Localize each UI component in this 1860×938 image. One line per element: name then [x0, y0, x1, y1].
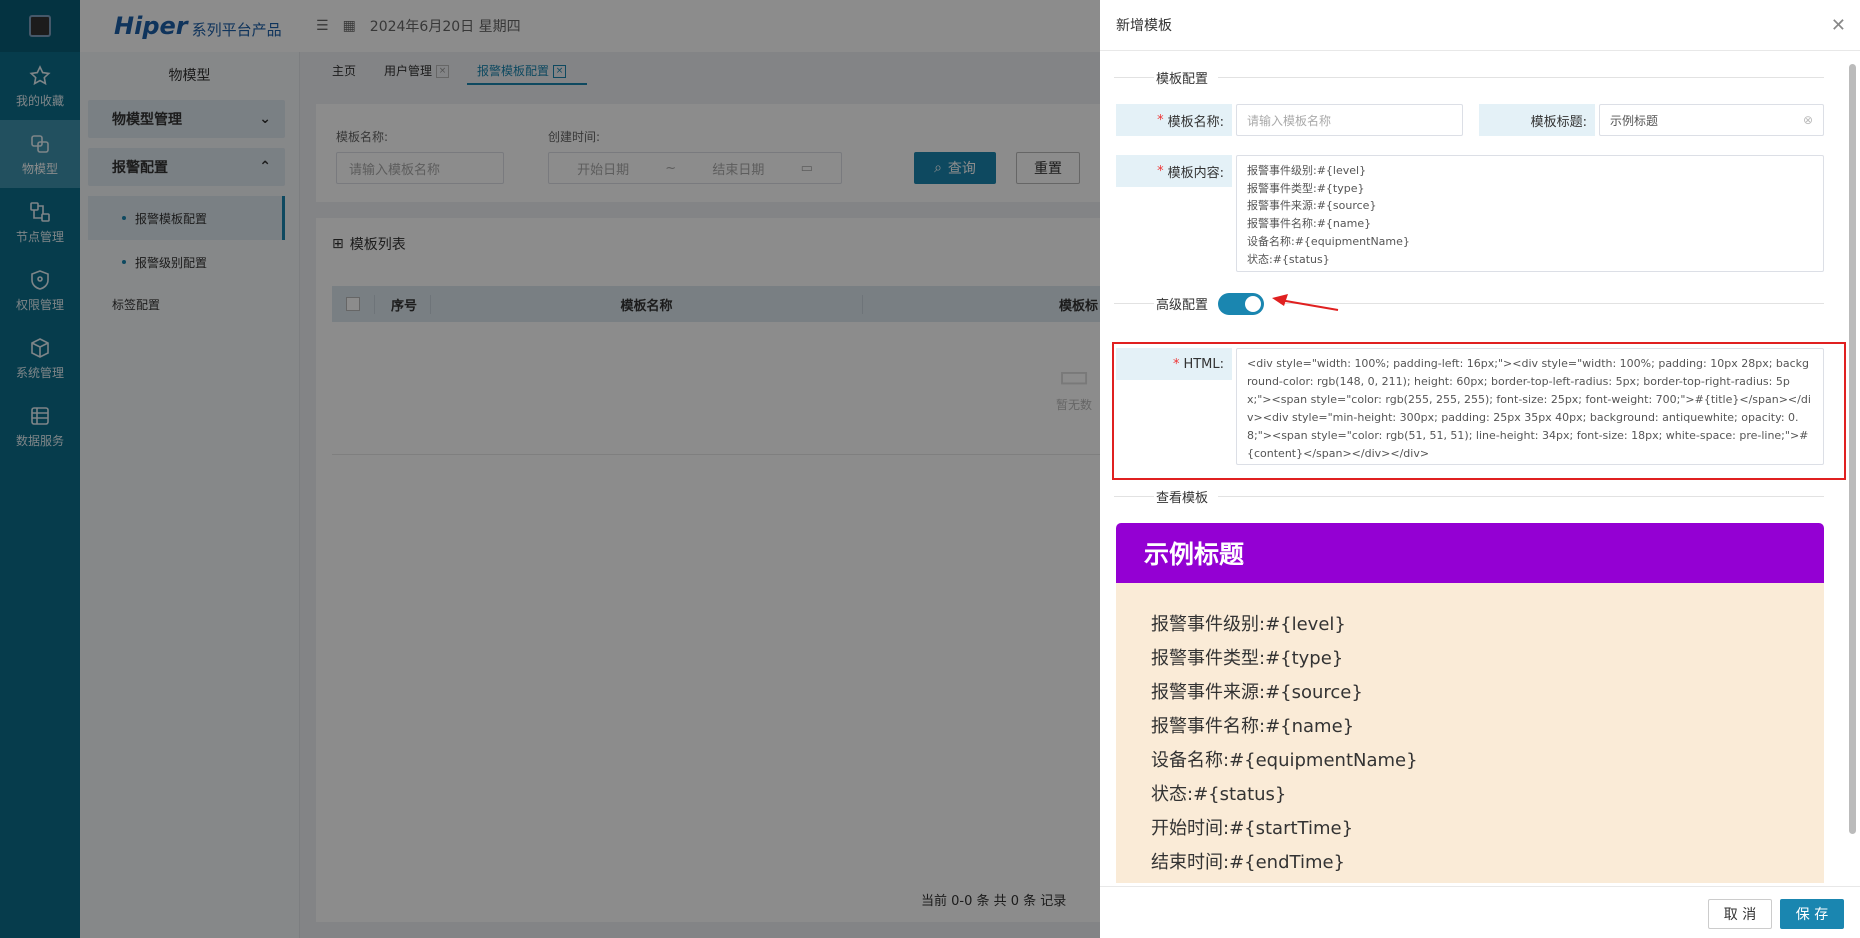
label-text: HTML:	[1183, 356, 1224, 372]
required-mark: *	[1172, 356, 1180, 372]
section-title: 模板配置	[1156, 71, 1209, 87]
content-line: 设备名称:#{equipmentName}	[1247, 234, 1410, 248]
label-text: 模板名称:	[1167, 114, 1224, 130]
modal-overlay[interactable]	[0, 0, 1100, 938]
content-label: * 模板内容:	[1116, 155, 1232, 187]
template-preview: 示例标题 报警事件级别:#{level} 报警事件类型:#{type} 报警事件…	[1116, 523, 1824, 883]
content-line: 报警事件级别:#{level}	[1247, 164, 1367, 177]
section-preview: 查看模板	[1114, 486, 1824, 506]
template-title-input[interactable]: 示例标题 ⊗	[1599, 104, 1824, 136]
preview-line: 设备名称:#{equipmentName}	[1151, 750, 1418, 771]
template-name-input[interactable]: 请输入模板名称	[1236, 104, 1463, 136]
preview-title: 示例标题	[1116, 523, 1824, 583]
advanced-config-switch[interactable]	[1218, 293, 1264, 315]
preview-line: 报警事件类型:#{type}	[1151, 648, 1344, 669]
section-config: 模板配置	[1114, 67, 1824, 87]
arrow-annotation-icon	[1272, 294, 1339, 311]
add-template-drawer: 新增模板 ✕ 模板配置 * 模板名称: 请输入模板名称 模板标题: 示例标题 ⊗ *…	[1100, 0, 1860, 938]
clear-icon[interactable]: ⊗	[1803, 113, 1813, 127]
drawer-scrollbar[interactable]	[1846, 52, 1858, 884]
preview-line: 状态:#{status}	[1151, 784, 1287, 805]
html-textarea[interactable]: <div style="width: 100%; padding-left: 1…	[1236, 348, 1824, 465]
content-line: 状态:#{status}	[1247, 252, 1330, 266]
required-mark: *	[1157, 163, 1164, 179]
required-mark: *	[1157, 112, 1164, 128]
preview-line: 报警事件级别:#{level}	[1151, 614, 1346, 635]
save-button[interactable]: 保 存	[1780, 899, 1844, 929]
close-icon[interactable]: ✕	[1831, 15, 1846, 36]
preview-line: 报警事件名称:#{name}	[1151, 716, 1355, 737]
content-line: 报警事件来源:#{source}	[1247, 199, 1377, 213]
preview-line: 开始时间:#{startTime}	[1151, 818, 1354, 839]
preview-line: 结束时间:#{endTime}	[1151, 852, 1346, 873]
input-value: 示例标题	[1610, 113, 1659, 128]
content-line: 报警事件名称:#{name}	[1247, 217, 1372, 231]
content-line: 报警事件类型:#{type}	[1247, 181, 1365, 195]
name-label: * 模板名称:	[1116, 104, 1232, 136]
drawer-title: 新增模板	[1116, 18, 1172, 34]
cancel-button[interactable]: 取 消	[1708, 899, 1772, 929]
scrollbar-thumb[interactable]	[1849, 64, 1856, 834]
drawer-header: 新增模板 ✕	[1100, 0, 1860, 51]
label-text: 模板内容:	[1167, 165, 1224, 181]
section-title: 高级配置	[1156, 297, 1209, 313]
template-content-textarea[interactable]: 报警事件级别:#{level} 报警事件类型:#{type} 报警事件来源:#{…	[1236, 155, 1824, 272]
section-title: 查看模板	[1156, 490, 1209, 506]
preview-body: 报警事件级别:#{level} 报警事件类型:#{type} 报警事件来源:#{…	[1116, 583, 1824, 883]
title-label: 模板标题:	[1479, 104, 1595, 136]
html-label: * HTML:	[1116, 348, 1232, 380]
drawer-footer: 取 消 保 存	[1100, 886, 1860, 938]
preview-line: 报警事件来源:#{source}	[1151, 682, 1363, 703]
